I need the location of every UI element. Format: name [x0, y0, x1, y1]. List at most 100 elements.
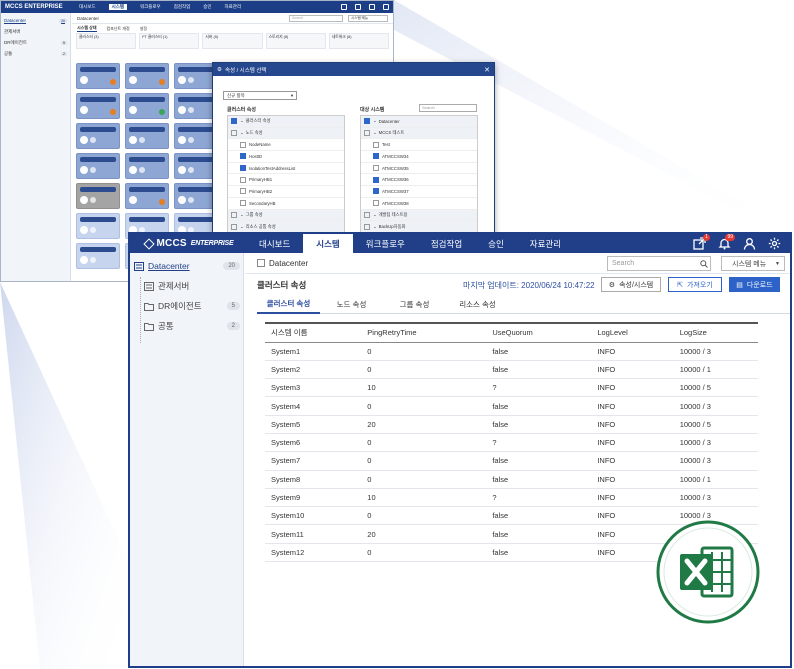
list-item[interactable]: Test: [361, 139, 477, 152]
checkbox-checked[interactable]: [373, 153, 379, 160]
checkbox[interactable]: [240, 141, 246, 148]
close-icon[interactable]: ✕: [484, 66, 490, 74]
back-search-input[interactable]: Search: [289, 14, 343, 22]
list-item[interactable]: ⌄ MCCS 테스트: [361, 127, 477, 140]
column-header[interactable]: 시스템 이름: [265, 322, 362, 343]
table-row[interactable]: System3 10? INFO 10000 / 5: [265, 378, 758, 398]
table-row[interactable]: System6 0? INFO 10000 / 3: [265, 433, 758, 453]
list-item[interactable]: ⌄ 그룹 속성: [228, 209, 344, 222]
menu-workflow[interactable]: 워크플로우: [353, 234, 418, 253]
chevron-down-icon[interactable]: ⌄: [240, 130, 244, 136]
back-menu-item[interactable]: 자료관리: [225, 4, 242, 10]
back-category[interactable]: 네트워크 (8): [328, 33, 390, 49]
back-category[interactable]: FT 클러스터 (1): [139, 33, 200, 49]
menu-inspection[interactable]: 점검작업: [418, 234, 475, 253]
list-item[interactable]: PrimaryHB1: [228, 174, 344, 187]
system-tile[interactable]: [76, 153, 120, 179]
menu-approval[interactable]: 승인: [475, 234, 517, 253]
table-row[interactable]: System4 0 false INFO 10000 / 3: [265, 396, 758, 416]
list-item[interactable]: ⌄ Datacenter: [361, 116, 477, 128]
tab-node-attr[interactable]: 노드 속성: [320, 294, 383, 314]
checkbox[interactable]: [240, 176, 246, 183]
system-tile[interactable]: [76, 93, 120, 119]
system-tile[interactable]: [125, 153, 169, 179]
back-menu-item-active[interactable]: 시스템: [108, 4, 127, 10]
chevron-down-icon[interactable]: ⌄: [240, 224, 244, 230]
checkbox[interactable]: [364, 223, 370, 230]
system-tile[interactable]: [76, 243, 120, 269]
chevron-down-icon[interactable]: ⌄: [373, 130, 377, 136]
gear-icon[interactable]: [383, 4, 389, 10]
sidebar-item-datacenter[interactable]: Datacenter 20: [134, 256, 240, 276]
system-tile[interactable]: [125, 93, 169, 119]
list-item[interactable]: HostID: [228, 151, 344, 163]
checkbox-checked[interactable]: [364, 118, 370, 125]
chevron-down-icon[interactable]: ⌄: [240, 212, 244, 218]
tab-cluster-attr[interactable]: 클러스터 속성: [257, 294, 320, 314]
menu-dashboard[interactable]: 대시보드: [246, 234, 303, 253]
checkbox[interactable]: [231, 223, 237, 230]
back-category[interactable]: 스토리지 (8): [265, 33, 326, 49]
checkbox[interactable]: [240, 200, 246, 207]
back-category[interactable]: 서버 (5): [202, 33, 263, 49]
chevron-down-icon[interactable]: ⌄: [373, 224, 377, 230]
checkbox[interactable]: [373, 141, 379, 148]
checkbox[interactable]: [231, 130, 237, 137]
checkbox[interactable]: [231, 211, 237, 218]
table-row[interactable]: System9 10? INFO 10000 / 3: [265, 488, 758, 508]
back-tab[interactable]: 설정: [140, 26, 147, 32]
system-tile[interactable]: [125, 183, 169, 209]
back-sidebar-item[interactable]: DR에이전트 5: [1, 37, 70, 48]
import-button[interactable]: ⇱ 가져오기: [668, 277, 722, 292]
list-item[interactable]: NodeName: [228, 139, 344, 152]
list-item[interactable]: ⌄ 노드 속성: [228, 127, 344, 140]
table-row[interactable]: System2 0 false INFO 10000 / 1: [265, 360, 758, 380]
table-row[interactable]: System1 0 false INFO 10000 / 3: [265, 342, 758, 361]
sidebar-item-control-server[interactable]: 관제서버: [144, 276, 240, 296]
column-header[interactable]: UseQuorum: [486, 322, 592, 343]
checkbox[interactable]: [364, 211, 370, 218]
system-menu-dropdown[interactable]: 시스템 메뉴 ▼: [721, 256, 785, 271]
checkbox[interactable]: [240, 188, 246, 195]
chevron-down-icon[interactable]: ⌄: [373, 212, 377, 218]
table-row[interactable]: System8 0 false INFO 10000 / 1: [265, 470, 758, 489]
dialog-search-input[interactable]: Search: [419, 104, 477, 112]
user-button[interactable]: [742, 236, 757, 251]
sidebar-item-common[interactable]: 공통 2: [144, 316, 240, 336]
back-menu-item[interactable]: 대시보드: [79, 4, 96, 10]
column-header[interactable]: PingRetryTime: [361, 322, 487, 343]
checkbox-checked[interactable]: [373, 188, 379, 195]
bell-icon[interactable]: [355, 4, 361, 10]
item-select[interactable]: 신규 항목 ▼: [223, 91, 297, 100]
chevron-down-icon[interactable]: ⌄: [373, 118, 377, 124]
alert-button[interactable]: 99: [717, 234, 735, 251]
system-tile[interactable]: [76, 183, 120, 209]
user-icon[interactable]: [369, 4, 375, 10]
list-item[interactable]: ATMCCSW35: [361, 163, 477, 175]
notify-button[interactable]: 1: [692, 234, 710, 251]
list-item[interactable]: SecondaryHB: [228, 198, 344, 210]
list-item[interactable]: ATMCCSW36: [361, 174, 477, 187]
search-input[interactable]: Search: [607, 256, 711, 271]
system-tile[interactable]: [76, 63, 120, 89]
table-row[interactable]: System5 20 false INFO 10000 / 5: [265, 415, 758, 434]
system-tile[interactable]: [125, 123, 169, 149]
attr-system-button[interactable]: ⚙ 속성/시스템: [601, 277, 661, 292]
settings-button[interactable]: [767, 236, 782, 251]
checkbox-checked[interactable]: [373, 176, 379, 183]
system-tile[interactable]: [76, 213, 120, 239]
list-item[interactable]: IsolationTestAddressList: [228, 163, 344, 175]
table-row[interactable]: System7 0 false INFO 10000 / 3: [265, 451, 758, 471]
tab-resource-attr[interactable]: 리소스 속성: [446, 294, 509, 314]
back-sidebar-item[interactable]: 관제서버: [1, 26, 70, 37]
notify-icon[interactable]: [341, 4, 347, 10]
back-menu-item[interactable]: 승인: [203, 4, 211, 10]
system-tile[interactable]: [76, 123, 120, 149]
menu-system[interactable]: 시스템: [303, 234, 353, 253]
checkbox-checked[interactable]: [231, 118, 237, 125]
checkbox[interactable]: [373, 165, 379, 172]
back-tab[interactable]: 시스템 상태: [77, 25, 97, 32]
list-item[interactable]: ATMCCSW34: [361, 151, 477, 163]
back-sidebar-item[interactable]: Datacenter 20: [1, 15, 70, 26]
list-item[interactable]: ⌄ 개발팀 테스트용: [361, 209, 477, 222]
